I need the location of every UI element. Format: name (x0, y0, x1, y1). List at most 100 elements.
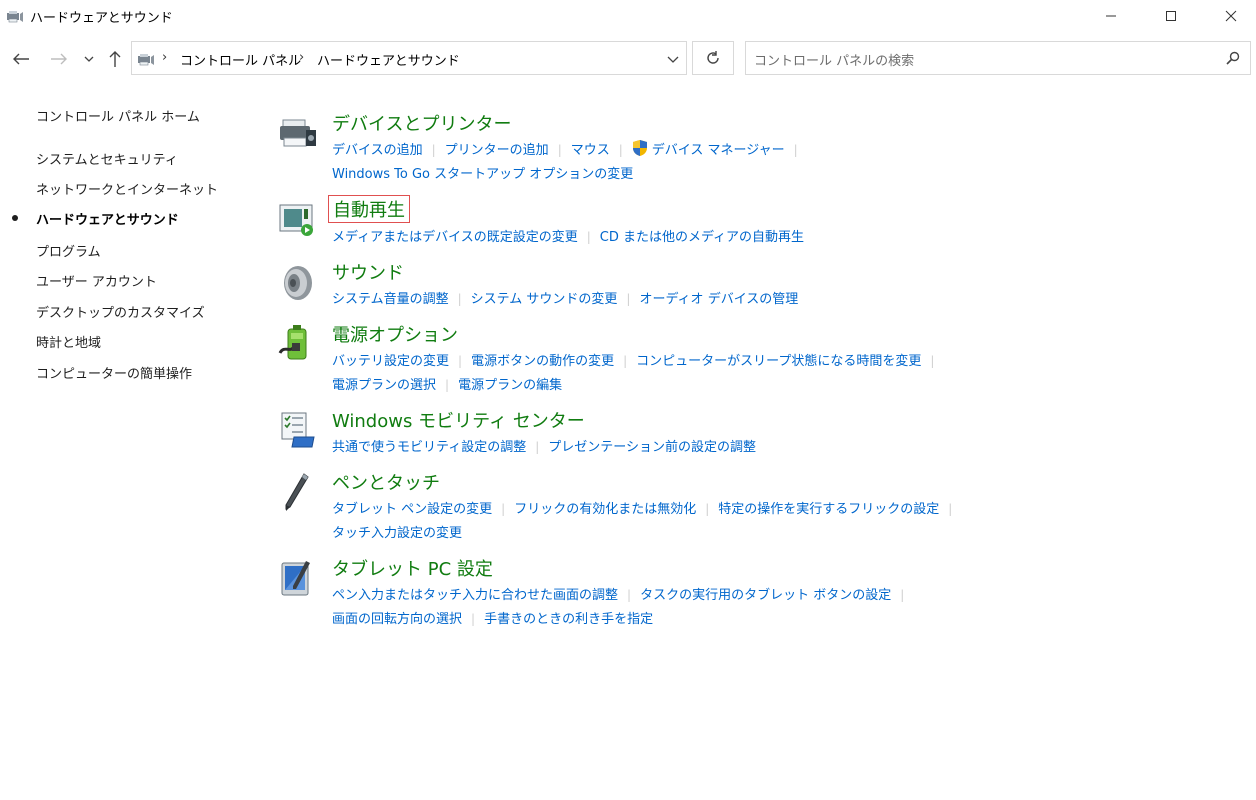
sidebar-item-clock-region[interactable]: 時計と地域 (36, 332, 101, 351)
category-title[interactable]: ペンとタッチ (332, 469, 440, 495)
link-edit-power-plan[interactable]: 電源プランの編集 (458, 378, 562, 393)
navigation-bar: › コントロール パネル › ハードウェアとサウンド コントロール パネルの検索 (0, 36, 1256, 82)
link-row: メディアまたはデバイスの既定設定の変更 | CD または他のメディアの自動再生 (332, 226, 804, 245)
link-row: 共通で使うモビリティ設定の調整 | プレゼンテーション前の設定の調整 (332, 436, 756, 455)
sidebar-item-programs[interactable]: プログラム (36, 241, 101, 260)
category-title[interactable]: Windows モビリティ センター (332, 407, 585, 433)
maximize-icon (1166, 11, 1176, 21)
link-row: ペン入力またはタッチ入力に合わせた画面の調整 | タスクの実行用のタブレット ボタン… (332, 584, 913, 603)
link-separator: | (586, 230, 591, 244)
category-title[interactable]: デバイスとプリンター (332, 110, 511, 136)
link-tablet-buttons[interactable]: タスクの実行用のタブレット ボタンの設定 (640, 588, 891, 603)
link-handedness[interactable]: 手書きのときの利き手を指定 (484, 612, 653, 627)
maximize-button[interactable] (1148, 0, 1194, 32)
link-screen-rotation[interactable]: 画面の回転方向の選択 (332, 612, 462, 627)
link-separator: | (457, 292, 462, 306)
sidebar-item-ease-of-access[interactable]: コンピューターの簡単操作 (36, 363, 192, 382)
link-device-manager[interactable]: デバイス マネージャー (652, 143, 785, 158)
link-common-mobility-settings[interactable]: 共通で使うモビリティ設定の調整 (332, 440, 526, 455)
link-flicks-toggle[interactable]: フリックの有効化または無効化 (514, 502, 696, 517)
link-choose-power-plan[interactable]: 電源プランの選択 (332, 378, 436, 393)
link-separator: | (458, 354, 463, 368)
printer-icon (280, 119, 316, 147)
search-placeholder: コントロール パネルの検索 (754, 54, 915, 69)
link-separator: | (705, 502, 710, 516)
link-sleep-time[interactable]: コンピューターがスリープ状態になる時間を変更 (636, 354, 921, 369)
category-title[interactable]: タブレット PC 設定 (332, 555, 493, 581)
search-icon[interactable] (1226, 51, 1240, 65)
link-add-device[interactable]: デバイスの追加 (332, 143, 423, 158)
forward-button[interactable] (46, 46, 72, 72)
arrow-left-icon (13, 53, 29, 65)
sidebar-item-user-accounts[interactable]: ユーザー アカウント (36, 271, 157, 290)
sidebar-item-system-security[interactable]: システムとセキュリティ (36, 149, 178, 168)
hardware-sound-icon (138, 54, 154, 66)
breadcrumb-hardware-sound[interactable]: ハードウェアとサウンド (317, 50, 460, 69)
chevron-down-icon (84, 56, 94, 62)
window-title: ハードウェアとサウンド (30, 11, 173, 26)
category-title[interactable]: 自動再生 (328, 195, 410, 223)
link-separator: | (535, 440, 540, 454)
hardware-sound-icon (7, 11, 23, 23)
link-separator: | (618, 143, 623, 157)
link-separator: | (445, 378, 450, 392)
minimize-icon (1106, 15, 1116, 17)
link-row: 画面の回転方向の選択 | 手書きのときの利き手を指定 (332, 608, 653, 627)
link-separator: | (557, 143, 562, 157)
search-input[interactable]: コントロール パネルの検索 (745, 41, 1251, 75)
link-row: タブレット ペン設定の変更 | フリックの有効化または無効化 | 特定の操作を実行するフ… (332, 498, 961, 517)
sidebar-item-desktop-customization[interactable]: デスクトップのカスタマイズ (36, 302, 205, 321)
close-icon (1225, 10, 1237, 22)
mobility-center-icon (281, 412, 315, 448)
refresh-icon (707, 51, 719, 64)
uac-shield-icon (632, 140, 647, 156)
arrow-up-icon (109, 51, 121, 67)
refresh-button[interactable] (692, 41, 734, 75)
sidebar-item-hardware-sound[interactable]: ハードウェアとサウンド (36, 209, 179, 228)
link-windows-to-go[interactable]: Windows To Go スタートアップ オプションの変更 (332, 167, 633, 182)
link-adjust-volume[interactable]: システム音量の調整 (332, 292, 449, 307)
link-separator: | (900, 588, 905, 602)
link-separator: | (501, 502, 506, 516)
sidebar-item-network-internet[interactable]: ネットワークとインターネット (36, 179, 218, 198)
autoplay-icon (279, 204, 313, 236)
chevron-right-icon[interactable]: › (162, 50, 167, 65)
link-separator: | (626, 292, 631, 306)
link-presentation-settings[interactable]: プレゼンテーション前の設定の調整 (548, 440, 756, 455)
category-title[interactable]: サウンド (332, 259, 404, 285)
link-tablet-pen-settings[interactable]: タブレット ペン設定の変更 (332, 502, 492, 517)
close-button[interactable] (1208, 0, 1254, 32)
link-row: Windows To Go スタートアップ オプションの変更 (332, 163, 633, 182)
link-row: タッチ入力設定の変更 (332, 522, 462, 541)
link-change-system-sounds[interactable]: システム サウンドの変更 (471, 292, 618, 307)
link-change-default-settings[interactable]: メディアまたはデバイスの既定設定の変更 (332, 230, 578, 245)
link-calibrate-screen[interactable]: ペン入力またはタッチ入力に合わせた画面の調整 (332, 588, 618, 603)
sidebar-item-home[interactable]: コントロール パネル ホーム (36, 106, 200, 125)
minimize-button[interactable] (1088, 0, 1134, 32)
link-autoplay-cd[interactable]: CD または他のメディアの自動再生 (600, 230, 804, 245)
breadcrumb-control-panel[interactable]: コントロール パネル (180, 50, 301, 69)
link-separator: | (793, 143, 798, 157)
chevron-right-icon[interactable]: › (299, 50, 304, 65)
link-power-button-action[interactable]: 電源ボタンの動作の変更 (471, 354, 614, 369)
up-button[interactable] (102, 46, 128, 72)
link-separator: | (627, 588, 632, 602)
title-bar: ハードウェアとサウンド (0, 0, 1256, 32)
link-flick-actions[interactable]: 特定の操作を実行するフリックの設定 (718, 502, 939, 517)
link-row: システム音量の調整 | システム サウンドの変更 | オーディオ デバイスの管理 (332, 288, 798, 307)
arrow-right-icon (51, 53, 67, 65)
link-mouse[interactable]: マウス (571, 143, 610, 158)
link-manage-audio-devices[interactable]: オーディオ デバイスの管理 (639, 292, 798, 307)
address-history-dropdown[interactable] (662, 42, 684, 76)
link-battery-settings[interactable]: バッテリ設定の変更 (332, 354, 449, 369)
category-title[interactable]: 電源オプション (332, 321, 458, 347)
link-add-printer[interactable]: プリンターの追加 (445, 143, 549, 158)
address-bar[interactable]: › コントロール パネル › ハードウェアとサウンド (131, 41, 687, 75)
link-separator: | (471, 612, 476, 626)
link-separator: | (623, 354, 628, 368)
link-touch-input-settings[interactable]: タッチ入力設定の変更 (332, 526, 462, 541)
link-row: デバイスの追加 | プリンターの追加 | マウス | デバイス マネージャー | (332, 139, 807, 158)
link-row: 電源プランの選択 | 電源プランの編集 (332, 374, 562, 393)
back-button[interactable] (8, 46, 34, 72)
recent-locations-button[interactable] (80, 46, 98, 72)
